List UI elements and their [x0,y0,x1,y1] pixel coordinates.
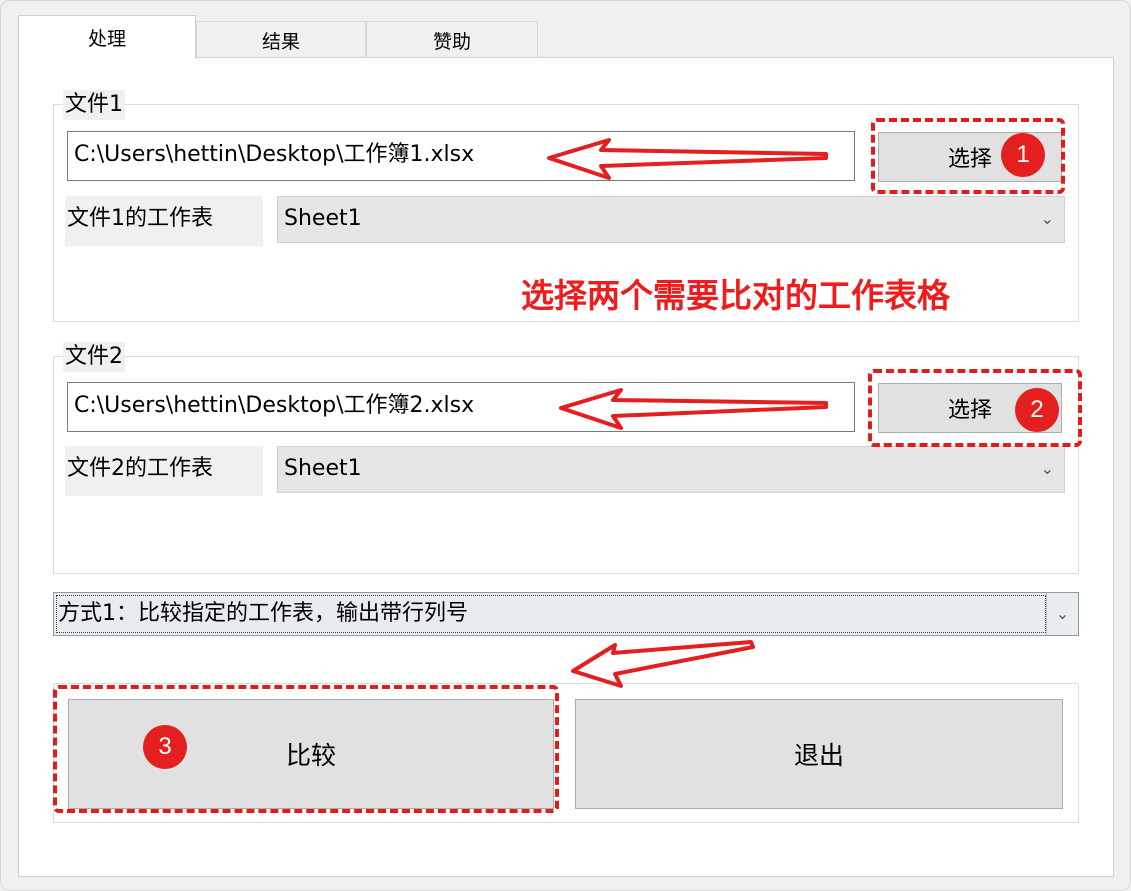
arrow-icon [547,138,828,180]
arrow-icon [559,388,828,430]
arrow-icon [571,640,755,688]
annotation-arrows [547,138,828,688]
app-window: 处理 结果 赞助 文件1 C:\Users\hettin\Desktop\工作簿… [0,0,1131,891]
